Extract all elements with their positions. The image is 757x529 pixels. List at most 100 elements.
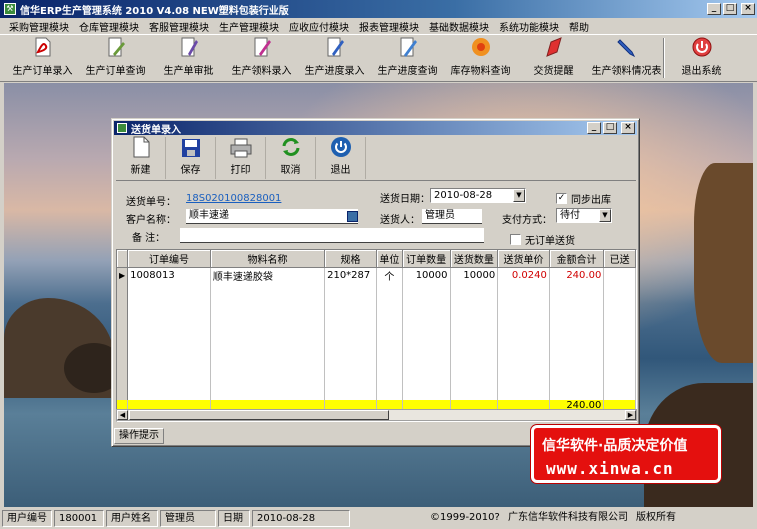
delivery-toolbar: 新建 保存 打印 取消 退出: [116, 136, 636, 181]
undo-arrows-icon: [280, 136, 302, 158]
pen-red-icon: [542, 35, 566, 59]
toolbar-progress-entry[interactable]: 生产进度录入: [298, 35, 371, 81]
exit-button[interactable]: 退出: [316, 137, 366, 179]
payment-select[interactable]: 待付 ▼: [556, 208, 612, 223]
maximize-button[interactable]: □: [723, 3, 737, 15]
payment-value: 待付: [560, 210, 580, 221]
save-disk-icon: [180, 137, 202, 158]
menu-customer-service[interactable]: 客服管理模块: [144, 19, 214, 34]
menu-reports[interactable]: 报表管理模块: [354, 19, 424, 34]
child-minimize-button[interactable]: _: [587, 122, 601, 134]
cell-material[interactable]: 顺丰速递胶袋: [210, 267, 326, 283]
status-date-label: 日期: [218, 510, 250, 527]
menu-help[interactable]: 帮助: [564, 19, 594, 34]
col-amount[interactable]: 金额合计: [549, 250, 605, 268]
remark-input[interactable]: [180, 228, 484, 243]
cell-order-qty[interactable]: 10000: [402, 267, 451, 283]
cell-spec[interactable]: 210*287: [324, 267, 377, 283]
child-close-button[interactable]: ×: [621, 122, 635, 134]
row-indicator-icon: ▶: [117, 267, 129, 283]
status-rights: 版权所有: [636, 512, 676, 523]
customer-input[interactable]: 顺丰速递: [186, 209, 358, 224]
save-button[interactable]: 保存: [166, 137, 216, 179]
cancel-button[interactable]: 取消: [266, 137, 316, 179]
menu-base-data[interactable]: 基础数据模块: [424, 19, 494, 34]
customer-picker-icon[interactable]: [347, 211, 358, 222]
menu-production[interactable]: 生产管理模块: [214, 19, 284, 34]
toolbar-label: 生产进度录入: [304, 66, 365, 77]
toolbar-label: 库存物料查询: [450, 66, 511, 77]
chevron-down-icon[interactable]: ▼: [513, 189, 525, 202]
col-delivered[interactable]: 已送: [603, 250, 636, 268]
status-copyright: ©1999-2010?: [430, 512, 500, 523]
toolbar-material-requisition-entry[interactable]: 生产领料录入: [225, 35, 298, 81]
cell-amount[interactable]: 240.00: [549, 267, 605, 283]
cell-delivered[interactable]: [603, 267, 636, 283]
menu-receivable-payable[interactable]: 应收应付模块: [284, 19, 354, 34]
printer-icon: [230, 137, 252, 158]
toolbar-requisition-report[interactable]: 生产领料情况表: [590, 35, 663, 81]
cell-price[interactable]: 0.0240: [497, 267, 550, 283]
document-check-icon: [177, 35, 201, 59]
toolbar-production-approve[interactable]: 生产单审批: [152, 35, 225, 81]
cell-order-no[interactable]: 1008013: [127, 267, 211, 283]
document-pen-icon: [104, 35, 128, 59]
col-material[interactable]: 物料名称: [210, 250, 326, 268]
toolbar-label: 生产进度查询: [377, 66, 438, 77]
toolbar-production-order-entry[interactable]: 生产订单录入: [6, 35, 79, 81]
scroll-thumb[interactable]: [129, 410, 389, 420]
no-order-checkbox[interactable]: 无订单送货: [510, 232, 575, 247]
status-user-no-label: 用户编号: [2, 510, 52, 527]
minimize-button[interactable]: _: [707, 3, 721, 15]
pdf-form-icon: [31, 35, 55, 59]
cell-unit[interactable]: 个: [376, 267, 403, 283]
grid-header-row: 订单编号 物料名称 规格 单位 订单数量 送货数量 送货单价 金额合计 已送: [117, 250, 636, 268]
deliverer-input[interactable]: 管理员: [422, 209, 482, 224]
toolbar-production-order-query[interactable]: 生产订单查询: [79, 35, 152, 81]
print-button[interactable]: 打印: [216, 137, 266, 179]
delivery-date-picker[interactable]: 2010-08-28 ▼: [430, 188, 526, 203]
col-order-qty[interactable]: 订单数量: [402, 250, 451, 268]
col-spec[interactable]: 规格: [324, 250, 377, 268]
delivery-window-title-bar: 送货单录入 _ □ ×: [114, 121, 637, 136]
scroll-left-icon[interactable]: ◀: [117, 410, 128, 420]
delivery-no-value[interactable]: 18S020100828001: [186, 193, 281, 204]
toolbar-delivery-reminder[interactable]: 交货提醒: [517, 35, 590, 81]
col-order-no[interactable]: 订单编号: [127, 250, 211, 268]
menu-purchase[interactable]: 采购管理模块: [4, 19, 74, 34]
tab-operation-hint[interactable]: 操作提示: [114, 428, 164, 444]
delivery-no-label: 送货单号：: [126, 197, 176, 208]
col-deliver-qty[interactable]: 送货数量: [450, 250, 499, 268]
toolbar-label: 生产领料录入: [231, 66, 292, 77]
col-price[interactable]: 送货单价: [497, 250, 550, 268]
chevron-down-icon[interactable]: ▼: [599, 209, 611, 222]
deliverer-label: 送货人：: [380, 215, 420, 226]
payment-label: 支付方式：: [502, 215, 552, 226]
delivery-window-title: 送货单录入: [131, 124, 181, 136]
toolbar-exit-system[interactable]: 退出系统: [665, 35, 738, 81]
col-unit[interactable]: 单位: [376, 250, 403, 268]
remark-label: 备 注：: [132, 233, 166, 244]
sync-out-checkbox[interactable]: ✓ 同步出库: [556, 191, 611, 206]
check-icon: ✓: [556, 193, 567, 204]
delivery-table: 订单编号 物料名称 规格 单位 订单数量 送货数量 送货单价 金额合计 已送 ▶…: [117, 250, 636, 411]
delivery-form: 送货单号： 18S020100828001 送货日期： 2010-08-28 ▼…: [116, 183, 636, 247]
cell-deliver-qty[interactable]: 10000: [450, 267, 499, 283]
toolbar-label: 交货提醒: [533, 66, 574, 77]
horizontal-scrollbar[interactable]: ◀ ▶: [116, 409, 637, 421]
new-button[interactable]: 新建: [116, 136, 166, 179]
menu-warehouse[interactable]: 仓库管理模块: [74, 19, 144, 34]
save-button-label: 保存: [180, 165, 201, 176]
toolbar-stock-query[interactable]: 库存物料查询: [444, 35, 517, 81]
close-button[interactable]: ×: [741, 3, 755, 15]
toolbar-progress-query[interactable]: 生产进度查询: [371, 35, 444, 81]
toolbar-label: 生产单审批: [163, 66, 214, 77]
scroll-right-icon[interactable]: ▶: [625, 410, 636, 420]
status-user-name-label: 用户姓名: [106, 510, 158, 527]
child-maximize-button[interactable]: □: [603, 122, 617, 134]
document-blue-icon: [323, 35, 347, 59]
toolbar-label: 生产订单查询: [85, 66, 146, 77]
menu-system[interactable]: 系统功能模块: [494, 19, 564, 34]
promo-url[interactable]: www.xinwa.cn: [546, 459, 674, 478]
table-row[interactable]: ▶ 1008013 顺丰速递胶袋 210*287 个 10000 10000 0…: [117, 267, 636, 283]
